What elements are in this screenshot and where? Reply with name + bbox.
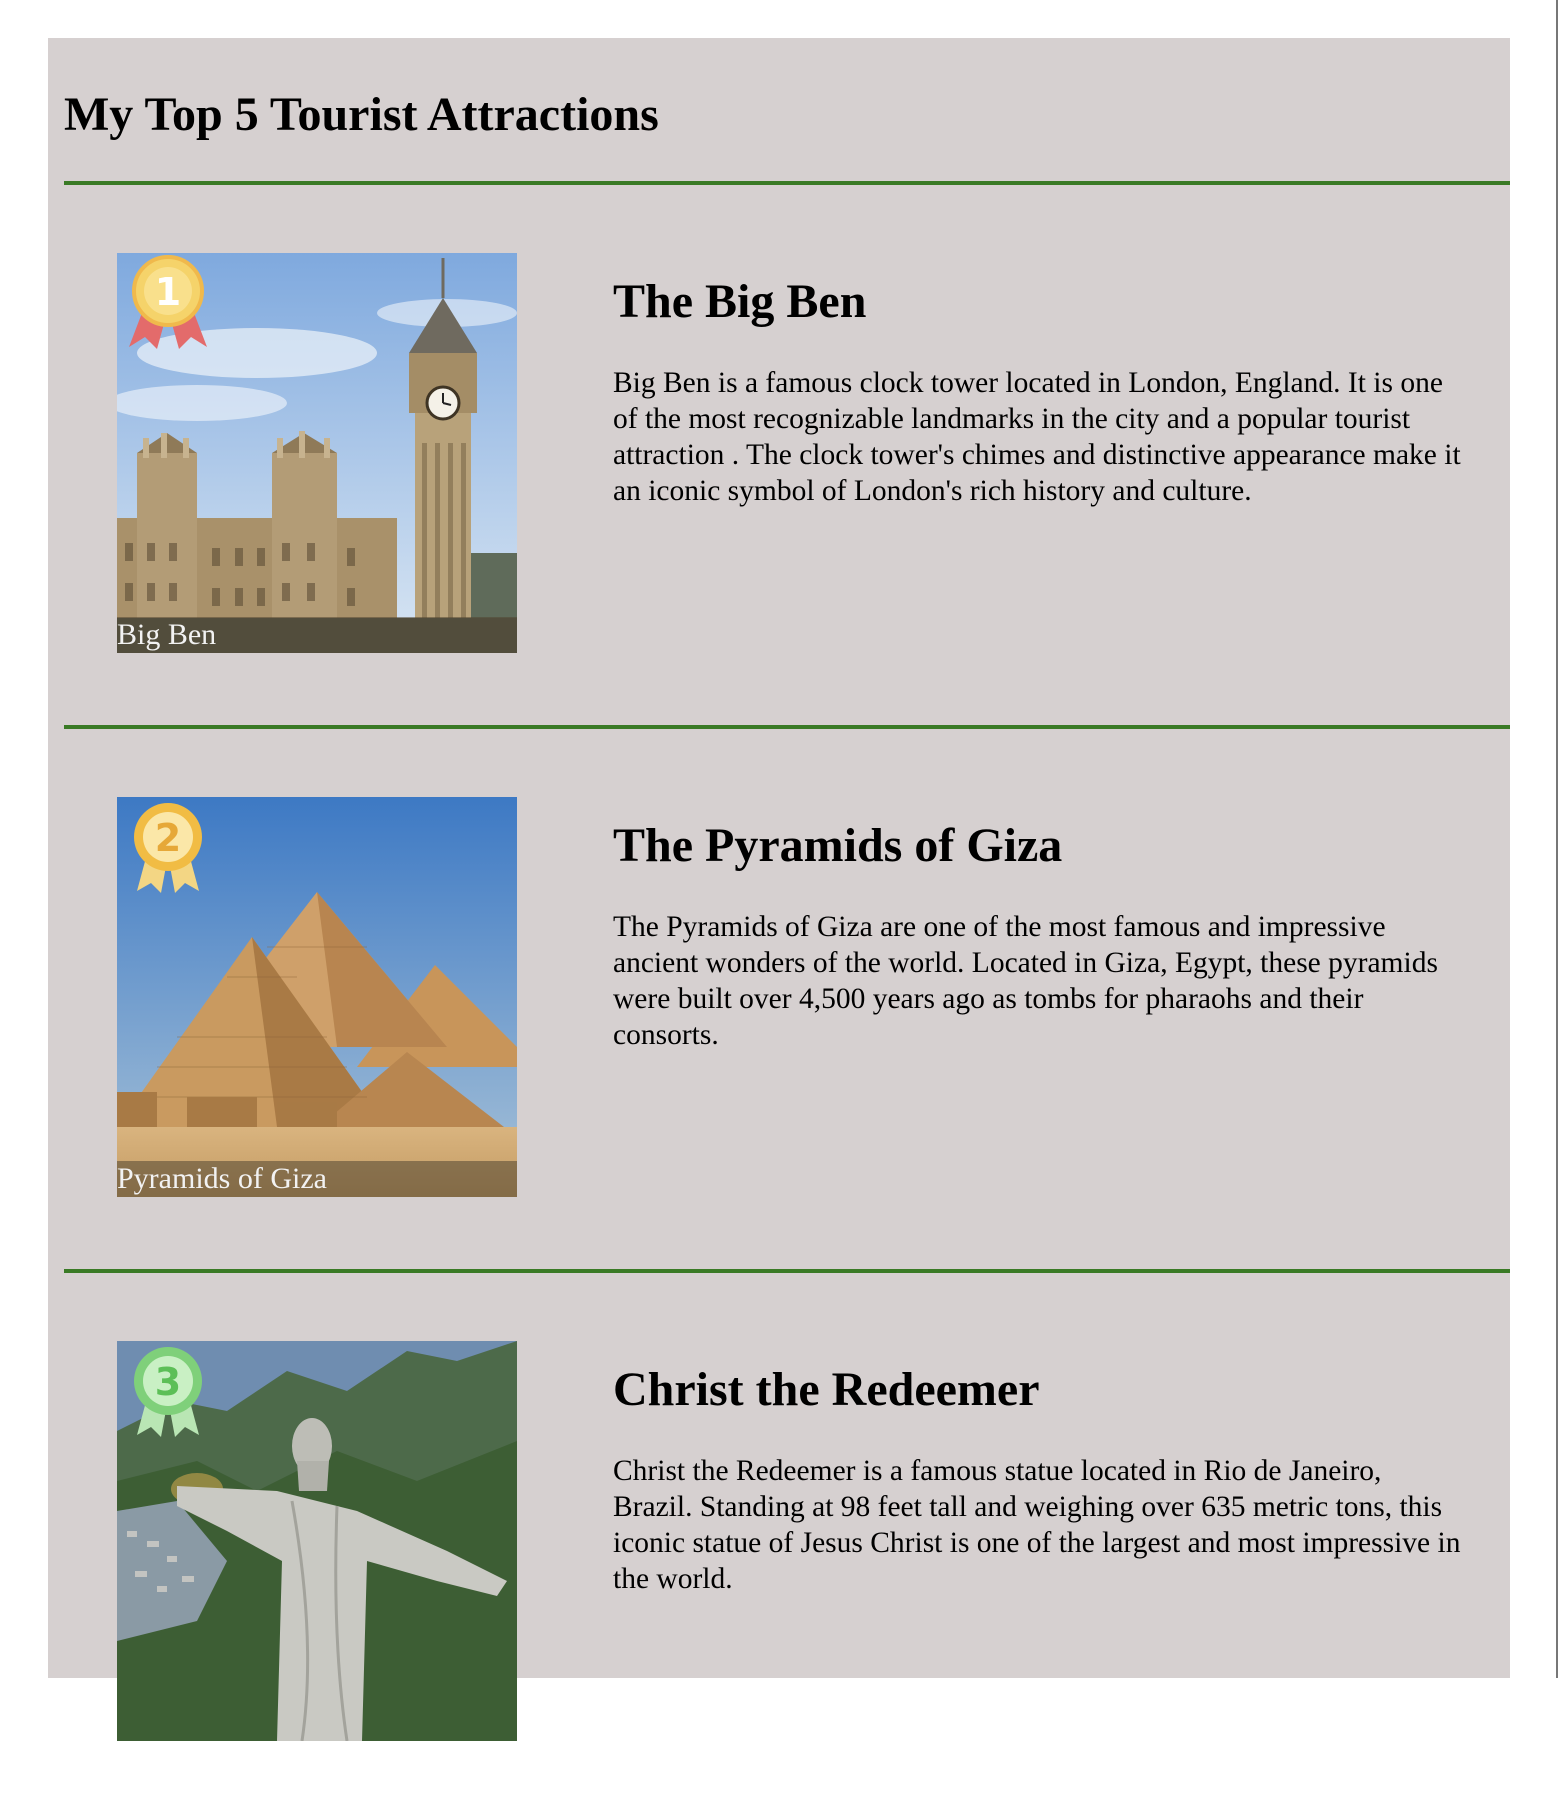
pyramids-photo: 2 Pyramids of Giza: [117, 797, 517, 1197]
rank-3-number: 3: [155, 1360, 181, 1404]
rank-3-medal-icon: 3: [134, 1347, 202, 1437]
christ-redeemer-title: Christ the Redeemer: [613, 1363, 1040, 1416]
christ-redeemer-description: Christ the Redeemer is a famous statue l…: [613, 1455, 1461, 1595]
pyramids-caption: Pyramids of Giza: [117, 1161, 517, 1197]
attractions-page: My Top 5 Tourist Attractions 1 Big Ben T…: [48, 38, 1510, 1741]
page-title: My Top 5 Tourist Attractions: [64, 88, 659, 141]
rank-2-number: 2: [155, 816, 181, 860]
window-edge: [1556, 0, 1558, 1678]
big-ben-caption: Big Ben: [117, 617, 517, 653]
attraction-card-christ-redeemer: 3 Christ the Redeemer Christ the Redeeme…: [48, 1273, 1510, 1813]
christ-redeemer-photo: 3: [117, 1341, 517, 1741]
rank-1-medal-icon: 1: [129, 255, 207, 349]
big-ben-title: The Big Ben: [613, 275, 867, 328]
big-ben-description: Big Ben is a famous clock tower located …: [613, 367, 1461, 507]
pyramids-description: The Pyramids of Giza are one of the most…: [613, 911, 1438, 1051]
attraction-card-pyramids: 2 Pyramids of Giza The Pyramids of Giza …: [48, 729, 1510, 1269]
rank-1-number: 1: [155, 270, 181, 314]
rank-2-medal-icon: 2: [134, 803, 202, 893]
pyramids-title: The Pyramids of Giza: [613, 819, 1063, 872]
big-ben-photo: 1 Big Ben: [117, 253, 517, 653]
attraction-card-big-ben: 1 Big Ben The Big Ben Big Ben is a famou…: [48, 185, 1510, 725]
